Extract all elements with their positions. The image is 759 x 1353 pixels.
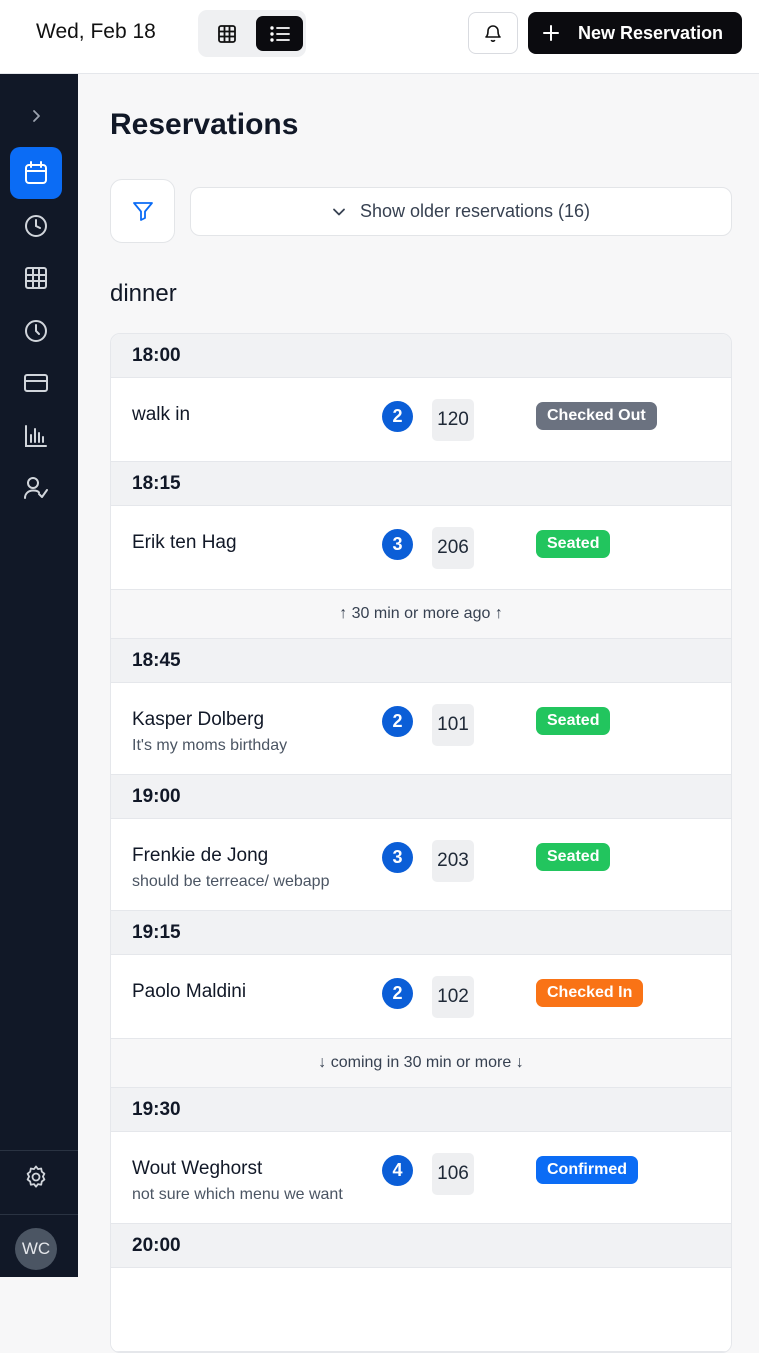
party-size-badge: 2 bbox=[382, 978, 413, 1009]
table-number: 106 bbox=[432, 1153, 474, 1195]
filter-button[interactable] bbox=[110, 179, 175, 243]
sidebar-divider bbox=[0, 1214, 78, 1215]
chevron-down-icon bbox=[332, 205, 346, 219]
bell-icon bbox=[485, 25, 501, 42]
time-slot-header: 19:15 bbox=[111, 911, 731, 955]
service-section-title: dinner bbox=[110, 280, 177, 307]
current-date[interactable]: Wed, Feb 18 bbox=[36, 20, 156, 44]
chevron-right-icon bbox=[33, 110, 40, 122]
sidebar-item-tables[interactable] bbox=[10, 252, 62, 304]
sidebar-item-history[interactable] bbox=[10, 200, 62, 252]
sidebar-item-calendar[interactable] bbox=[10, 147, 62, 199]
status-badge[interactable]: Seated bbox=[536, 707, 611, 735]
show-older-label: Show older reservations (16) bbox=[359, 201, 591, 221]
table-number: 102 bbox=[432, 976, 474, 1018]
credit-card-icon bbox=[24, 374, 48, 392]
top-bar: Wed, Feb 18 New Reservation bbox=[0, 0, 759, 74]
guest-name: Frenkie de Jong bbox=[132, 845, 269, 866]
notifications-button[interactable] bbox=[468, 12, 518, 54]
reservation-row[interactable] bbox=[111, 1268, 731, 1352]
table-number: 206 bbox=[432, 527, 474, 569]
filter-icon bbox=[132, 202, 153, 221]
reservation-row[interactable]: Paolo Maldini 2 102 Checked In bbox=[111, 955, 731, 1039]
new-reservation-button[interactable]: New Reservation bbox=[528, 12, 742, 54]
time-slot-header: 18:45 bbox=[111, 639, 731, 683]
table-number: 101 bbox=[432, 704, 474, 746]
time-slot-header: 20:00 bbox=[111, 1224, 731, 1268]
page-title: Reservations bbox=[110, 108, 299, 141]
reservation-row[interactable]: walk in 2 120 Checked Out bbox=[111, 378, 731, 462]
guest-name: Erik ten Hag bbox=[132, 532, 237, 553]
clock-history-icon bbox=[25, 215, 47, 237]
table-grid-icon bbox=[25, 267, 47, 289]
future-time-divider: ↓ coming in 30 min or more ↓ bbox=[111, 1039, 731, 1088]
view-toggle bbox=[198, 10, 306, 57]
user-check-icon bbox=[24, 477, 48, 499]
status-badge[interactable]: Checked In bbox=[536, 979, 644, 1007]
party-size-badge: 4 bbox=[382, 1155, 413, 1186]
settings-button[interactable] bbox=[10, 1151, 62, 1203]
sidebar-item-reports[interactable] bbox=[10, 410, 62, 462]
avatar[interactable]: WC bbox=[15, 1228, 57, 1270]
gear-icon bbox=[26, 1165, 46, 1188]
party-size-badge: 3 bbox=[382, 842, 413, 873]
reservation-note: should be terreace/ webapp bbox=[132, 873, 330, 890]
status-badge[interactable]: Confirmed bbox=[536, 1156, 638, 1184]
list-icon bbox=[269, 25, 290, 42]
status-badge[interactable]: Checked Out bbox=[536, 402, 657, 430]
sidebar: WC bbox=[0, 74, 78, 1277]
sidebar-expand-button[interactable] bbox=[10, 90, 62, 142]
past-time-divider: ↑ 30 min or more ago ↑ bbox=[111, 590, 731, 639]
grid-icon bbox=[217, 24, 236, 43]
reservation-row[interactable]: Frenkie de Jong should be terreace/ weba… bbox=[111, 819, 731, 911]
time-slot-header: 19:30 bbox=[111, 1088, 731, 1132]
time-slot-header: 18:15 bbox=[111, 462, 731, 506]
guest-name: Wout Weghorst bbox=[132, 1158, 263, 1179]
table-number: 120 bbox=[432, 399, 474, 441]
status-badge[interactable]: Seated bbox=[536, 843, 611, 871]
reservation-note: It's my moms birthday bbox=[132, 737, 288, 754]
reservation-note: not sure which menu we want bbox=[132, 1186, 343, 1203]
reservation-row[interactable]: Wout Weghorst not sure which menu we wan… bbox=[111, 1132, 731, 1224]
show-older-reservations-button[interactable]: Show older reservations (16) bbox=[190, 187, 732, 236]
table-number: 203 bbox=[432, 840, 474, 882]
time-slot-header: 19:00 bbox=[111, 775, 731, 819]
sidebar-item-schedule[interactable] bbox=[10, 305, 62, 357]
guest-name: walk in bbox=[132, 404, 191, 425]
reservation-list: 18:00 walk in 2 120 Checked Out 18:15 Er… bbox=[110, 333, 732, 1353]
list-view-button[interactable] bbox=[256, 16, 303, 51]
status-badge[interactable]: Seated bbox=[536, 530, 611, 558]
party-size-badge: 2 bbox=[382, 401, 413, 432]
plus-icon bbox=[542, 24, 560, 42]
grid-view-button[interactable] bbox=[203, 16, 250, 51]
party-size-badge: 3 bbox=[382, 529, 413, 560]
bar-chart-icon bbox=[25, 425, 47, 447]
calendar-icon bbox=[25, 161, 47, 184]
reservation-row[interactable]: Kasper Dolberg It's my moms birthday 2 1… bbox=[111, 683, 731, 775]
sidebar-item-payments[interactable] bbox=[10, 357, 62, 409]
guest-name: Kasper Dolberg bbox=[132, 709, 265, 730]
new-reservation-label: New Reservation bbox=[578, 22, 724, 43]
clock-icon bbox=[25, 320, 47, 342]
time-slot-header: 18:00 bbox=[111, 334, 731, 378]
reservation-row[interactable]: Erik ten Hag 3 206 Seated bbox=[111, 506, 731, 590]
party-size-badge: 2 bbox=[382, 706, 413, 737]
sidebar-item-guests[interactable] bbox=[10, 462, 62, 514]
guest-name: Paolo Maldini bbox=[132, 981, 247, 1002]
